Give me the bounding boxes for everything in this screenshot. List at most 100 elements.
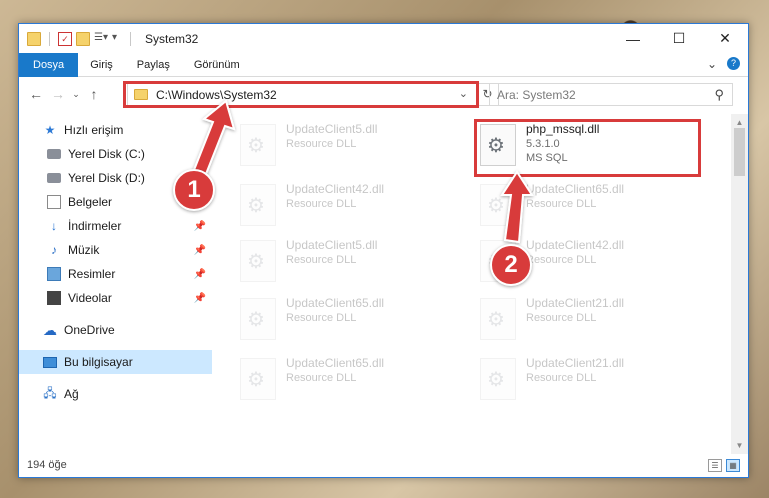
view-switcher: ☰ ▦ [708,459,740,472]
sidebar-item-videos[interactable]: Videolar 📌 [19,286,212,310]
tab-home[interactable]: Giriş [78,53,125,77]
list-item[interactable]: UpdateClient65.dll Resource DLL [234,352,464,408]
divider [130,31,131,46]
title-bar: ✓ ☰▾ ▾ System32 — ☐ ✕ [19,24,748,53]
disk-icon [47,149,61,159]
pin-icon[interactable]: 📌 [194,221,206,232]
file-description: Resource DLL [286,254,357,266]
file-name: UpdateClient42.dll [286,182,385,196]
file-name: UpdateClient21.dll [526,296,625,310]
file-name: UpdateClient42.dll [526,238,625,252]
sidebar-item-label: Videolar [68,291,112,305]
properties-icon[interactable]: ✓ [58,31,72,46]
file-description: Resource DLL [286,198,357,210]
file-name: UpdateClient21.dll [526,356,625,370]
sidebar-item-this-pc[interactable]: Bu bilgisayar [19,350,212,374]
up-button[interactable]: ↑ [83,86,105,102]
scroll-down-icon[interactable]: ▼ [731,437,748,454]
tab-share[interactable]: Paylaş [125,53,182,77]
pin-icon[interactable]: 📌 [194,293,206,304]
details-view-icon[interactable]: ☰ [708,459,722,472]
customize-icon[interactable]: ☰▾ [94,32,108,46]
chevron-down-icon[interactable]: ⌄ [707,57,717,71]
search-input[interactable]: Ara: System32 ⚲ [489,83,733,106]
navigation-pane: ★ Hızlı erişim Yerel Disk (C:) Yerel Dis… [19,114,212,454]
sidebar-item-network[interactable]: 🖧 Ağ [19,382,212,406]
file-name: UpdateClient5.dll [286,122,378,136]
sidebar-item-music[interactable]: ♪ Müzik 📌 [19,238,212,262]
disk-icon [47,173,61,183]
dll-file-icon [240,358,276,400]
ribbon-right: ⌄ ? [707,57,740,71]
tab-view[interactable]: Görünüm [182,53,252,77]
sidebar-item-downloads[interactable]: ↓ İndirmeler 📌 [19,214,212,238]
music-icon: ♪ [51,243,57,257]
quick-access-toolbar: ✓ ☰▾ ▾ [19,31,126,46]
status-bar: 194 öğe ☰ ▦ [19,453,748,477]
explorer-window: ✓ ☰▾ ▾ System32 — ☐ ✕ Dosya Giriş Paylaş… [18,23,749,478]
step-badge-2: 2 [490,244,532,286]
scroll-thumb[interactable] [734,128,745,176]
tab-file[interactable]: Dosya [19,52,79,77]
address-highlight-box [123,81,479,108]
dropdown-icon[interactable]: ▾ [112,32,126,46]
file-description: Resource DLL [526,372,597,384]
dll-file-icon [240,240,276,282]
list-item[interactable]: UpdateClient5.dll Resource DLL [234,118,464,174]
file-highlight-box [474,119,701,177]
recent-locations-button[interactable]: ⌄ [69,89,83,100]
dll-file-icon [480,358,516,400]
file-name: UpdateClient5.dll [286,238,378,252]
file-description: Resource DLL [286,372,357,384]
sidebar-item-disk-c[interactable]: Yerel Disk (C:) [19,142,212,166]
ribbon-tabs: Dosya Giriş Paylaş Görünüm ⌄ ? [19,52,748,77]
sidebar-item-label: Bu bilgisayar [64,355,133,369]
star-icon: ★ [44,123,56,137]
cloud-icon: ☁ [43,321,57,338]
folder-icon[interactable] [27,31,41,46]
item-count: 194 öğe [27,459,67,471]
list-item[interactable]: UpdateClient5.dll Resource DLL [234,234,464,290]
dll-file-icon [240,298,276,340]
list-item[interactable]: UpdateClient21.dll Resource DLL [474,292,704,348]
sidebar-item-onedrive[interactable]: ☁ OneDrive [19,318,212,342]
back-button[interactable]: ← [25,86,47,102]
list-item[interactable]: UpdateClient65.dll Resource DLL [234,292,464,348]
search-placeholder: Ara: System32 [497,87,576,102]
tiles-view-icon[interactable]: ▦ [726,459,740,472]
sidebar-item-pictures[interactable]: Resimler 📌 [19,262,212,286]
file-description: Resource DLL [286,138,357,150]
minimize-button[interactable]: — [610,24,656,53]
sidebar-item-label: Resimler [68,267,116,281]
close-button[interactable]: ✕ [702,24,748,53]
video-icon [47,291,61,305]
file-description: Resource DLL [526,312,597,324]
list-item[interactable]: UpdateClient21.dll Resource DLL [474,352,704,408]
sidebar-item-label: Müzik [68,243,100,257]
vertical-scrollbar[interactable]: ▲ ▼ [731,114,748,454]
step-badge-1: 1 [173,169,215,211]
sidebar-item-label: Yerel Disk (D:) [68,171,145,185]
network-icon: 🖧 [43,385,57,400]
help-icon[interactable]: ? [727,57,740,70]
new-folder-icon[interactable] [76,31,90,46]
dll-file-icon [240,124,276,166]
list-item[interactable]: UpdateClient65.dll Resource DLL [474,178,704,234]
file-name: UpdateClient65.dll [286,356,385,370]
file-description: Resource DLL [286,312,357,324]
file-description: Resource DLL [526,254,597,266]
divider [49,31,50,46]
sidebar-item-label: Belgeler [68,195,113,209]
sidebar-item-label: OneDrive [64,323,115,337]
download-icon: ↓ [51,219,57,233]
search-icon[interactable]: ⚲ [714,87,724,103]
sidebar-item-quick-access[interactable]: ★ Hızlı erişim [19,118,212,142]
pin-icon[interactable]: 📌 [194,245,206,256]
maximize-button[interactable]: ☐ [656,24,702,53]
list-item[interactable]: UpdateClient42.dll Resource DLL [234,178,464,234]
window-controls: — ☐ ✕ [610,24,748,53]
dll-file-icon [240,184,276,226]
forward-button[interactable]: → [47,86,69,102]
file-name: UpdateClient65.dll [286,296,385,310]
pin-icon[interactable]: 📌 [194,269,206,280]
